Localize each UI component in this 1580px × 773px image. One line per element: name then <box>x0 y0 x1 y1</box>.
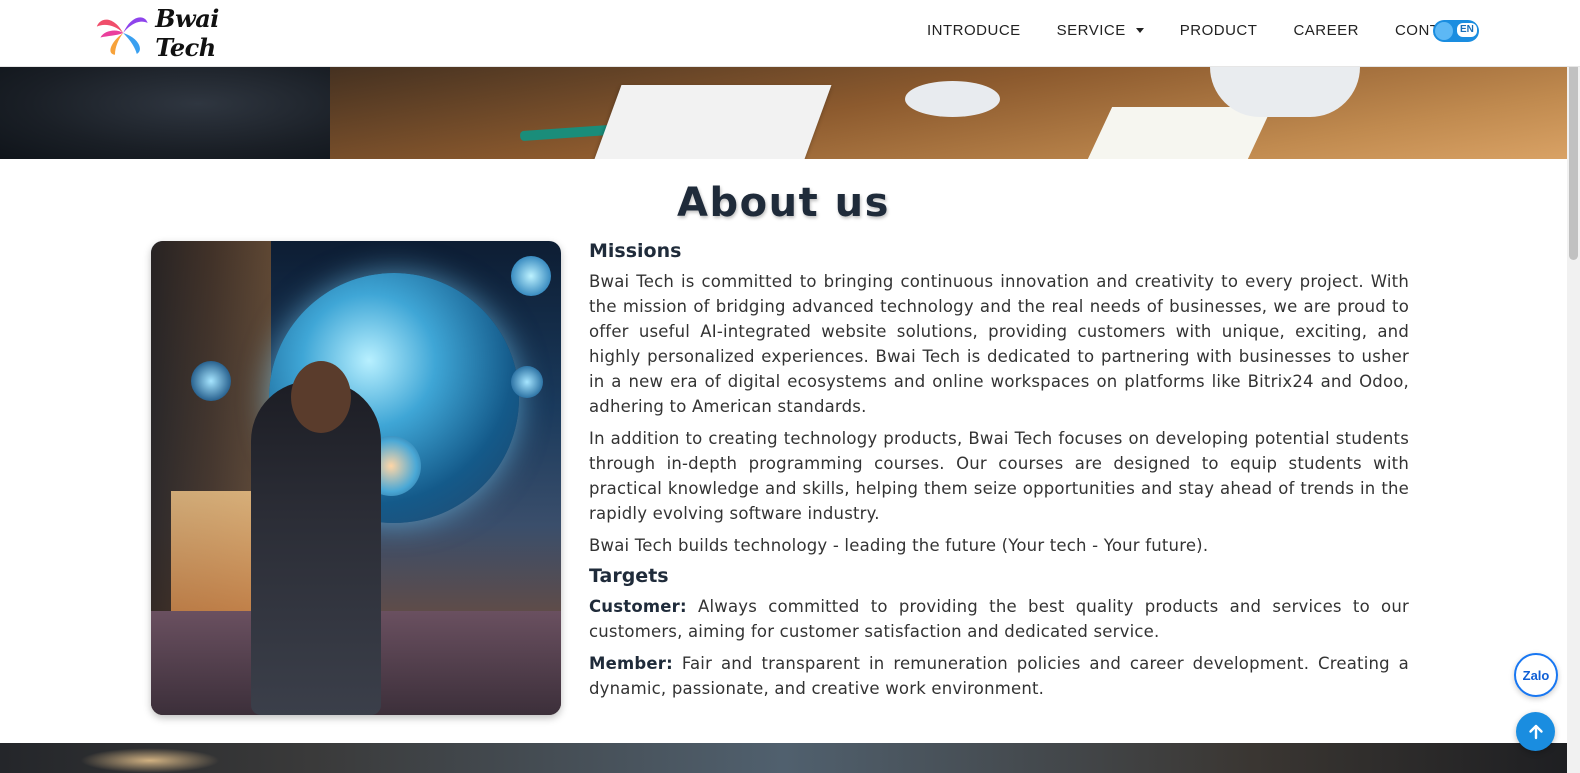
small-orb <box>511 366 543 398</box>
nav-service[interactable]: SERVICE <box>1057 22 1144 39</box>
woman-head <box>291 361 351 433</box>
target-customer: Customer: Always committed to providing … <box>589 594 1409 644</box>
about-text: Missions Bwai Tech is committed to bring… <box>589 240 1409 708</box>
small-orb <box>511 256 551 296</box>
main-nav: INTRODUCE SERVICE PRODUCT CAREER CONTACT <box>927 0 1506 60</box>
target-member-label: Member: <box>589 654 673 673</box>
chair-shape <box>0 67 330 159</box>
shop-lights-shape <box>171 491 261 611</box>
missions-heading: Missions <box>589 240 682 262</box>
language-toggle[interactable]: EN <box>1433 20 1479 42</box>
targets-heading: Targets <box>589 565 669 587</box>
zalo-icon: Zalo <box>1522 667 1550 683</box>
target-customer-label: Customer: <box>589 597 687 616</box>
nav-product-label: PRODUCT <box>1179 21 1258 39</box>
nav-career[interactable]: CAREER <box>1293 22 1359 39</box>
scrollbar-thumb[interactable] <box>1569 40 1578 260</box>
mouse-shape <box>905 81 1000 117</box>
nav-introduce-label: INTRODUCE <box>927 21 1021 39</box>
pinwheel-logo-icon <box>96 17 148 55</box>
navbar: Bwai Tech INTRODUCE SERVICE PRODUCT CARE… <box>0 0 1580 67</box>
nav-service-label: SERVICE <box>1056 21 1126 39</box>
missions-paragraph: Bwai Tech is committed to bringing conti… <box>589 272 1409 416</box>
desk-surface <box>240 67 1567 159</box>
section-title: About us <box>677 180 890 226</box>
nav-product[interactable]: PRODUCT <box>1180 22 1258 39</box>
nav-introduce[interactable]: INTRODUCE <box>927 22 1021 39</box>
zalo-chat-button[interactable]: Zalo <box>1514 653 1558 697</box>
logo-text: Bwai Tech <box>155 4 219 62</box>
language-label: EN <box>1457 23 1477 37</box>
hero-banner-image <box>0 67 1567 159</box>
logo[interactable]: Bwai Tech <box>95 4 275 62</box>
scroll-to-top-button[interactable] <box>1516 712 1555 751</box>
toggle-knob <box>1435 22 1453 40</box>
target-member-text: Fair and transparent in remuneration pol… <box>589 654 1409 698</box>
missions-paragraph: In addition to creating technology produ… <box>589 429 1409 523</box>
arrow-up-icon <box>1528 724 1543 739</box>
notebook-shape <box>594 85 832 159</box>
light-glow <box>80 748 220 773</box>
about-illustration <box>151 241 561 715</box>
nav-career-label: CAREER <box>1293 21 1359 39</box>
next-section-image <box>0 743 1567 773</box>
page-scrollbar[interactable] <box>1567 0 1580 773</box>
slogan-paragraph: Bwai Tech builds technology - leading th… <box>589 536 1209 555</box>
caret-down-icon <box>1135 27 1144 33</box>
target-customer-text: Always committed to providing the best q… <box>589 597 1409 641</box>
small-orb <box>191 361 231 401</box>
target-member: Member: Fair and transparent in remunera… <box>589 651 1409 701</box>
